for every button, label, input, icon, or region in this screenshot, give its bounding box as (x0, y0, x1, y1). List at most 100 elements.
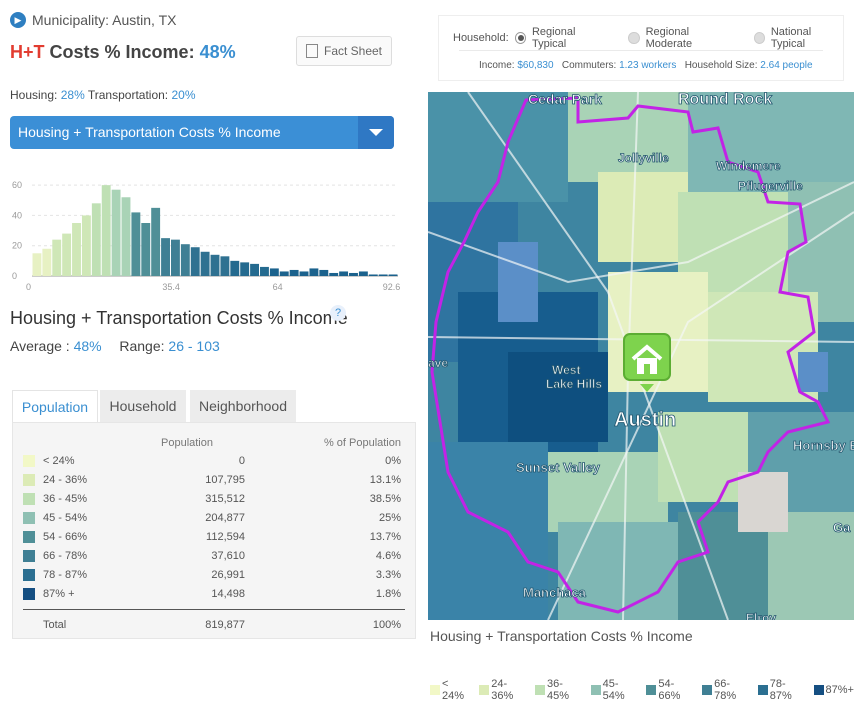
radio-national-typical[interactable] (753, 32, 765, 44)
histogram-bar (210, 254, 220, 276)
tab-neighborhood[interactable]: Neighborhood (190, 390, 296, 422)
map-label-elroy: Elroy (746, 611, 776, 620)
row-population: 14,498 (211, 588, 245, 600)
histogram-bar (52, 239, 62, 276)
housing-value: 28% (60, 88, 85, 102)
col-pct-header: % of Population (323, 437, 401, 449)
histogram-bar (368, 274, 378, 276)
option-regional-typical: Regional Typical (531, 26, 576, 50)
map-label-west: West (552, 363, 580, 377)
total-percent: 100% (372, 619, 401, 631)
map-label-austin: Austin (614, 409, 676, 431)
legend-item: < 24% (430, 678, 473, 702)
histogram-bar (91, 203, 101, 276)
row-label: 36 - 45% (43, 493, 88, 505)
swatch (23, 569, 35, 581)
row-population: 37,610 (211, 550, 245, 562)
tab-population[interactable]: Population (12, 390, 98, 423)
tab-household[interactable]: Household (100, 390, 186, 422)
table-row: < 24% 0 0% (13, 454, 415, 469)
table-row: 36 - 45% 315,512 38.5% (13, 492, 415, 507)
histogram-bar (121, 197, 131, 276)
histogram-bar (141, 223, 151, 276)
household-panel: Household: Regional Typical Regional Mod… (438, 15, 844, 81)
swatch (23, 474, 35, 486)
col-population-header: Population (161, 437, 213, 449)
histogram-bar (349, 272, 358, 276)
map-view[interactable]: Cedar Park Round Rock Jollyville Windeme… (428, 92, 854, 620)
histogram-bar (111, 189, 121, 276)
swatch (23, 550, 35, 562)
histogram-bar (388, 274, 398, 276)
household-label: Household: (453, 32, 509, 44)
y-tick-label: 60 (12, 180, 22, 190)
legend-item: 54-66% (646, 678, 696, 702)
row-population: 0 (238, 455, 245, 467)
metric-dropdown[interactable]: Housing + Transportation Costs % Income (10, 116, 394, 149)
municipality-label: Municipality: Austin, TX (32, 12, 177, 28)
range-value: 26 - 103 (168, 338, 220, 354)
legend-swatch (479, 685, 490, 695)
row-label: 66 - 78% (43, 550, 88, 562)
y-tick-label: 40 (12, 210, 22, 220)
fact-sheet-label: Fact Sheet (323, 44, 383, 58)
legend-label: 36-45% (546, 678, 569, 702)
municipality-toggle[interactable]: ▶ Municipality: Austin, TX (10, 12, 176, 28)
chevron-down-icon (369, 129, 383, 136)
row-label: 78 - 87% (43, 569, 88, 581)
histogram-bar (309, 268, 319, 276)
transport-label: Transportation: (87, 88, 169, 102)
map-label-pflugerville: Pflugerville (738, 179, 803, 193)
histogram-bar (279, 271, 289, 276)
map-label-jollyville: Jollyville (618, 151, 669, 165)
histogram-bar (180, 244, 190, 276)
histogram-bar (42, 248, 52, 276)
help-icon[interactable]: ? (330, 305, 346, 321)
row-percent: 3.3% (375, 569, 401, 581)
cost-split: Housing: 28% Transportation: 20% (10, 88, 196, 102)
x-tick-label: 35.4 (162, 282, 180, 292)
legend-label: 45-54% (602, 678, 625, 702)
ht-value: 48% (199, 42, 236, 62)
histogram-bar (250, 263, 260, 276)
map-label-round-rock: Round Rock (678, 92, 772, 108)
table-row: 78 - 87% 26,991 3.3% (13, 568, 415, 583)
row-population: 26,991 (211, 569, 245, 581)
range-label: Range: (119, 338, 165, 354)
map-label-ga: Ga (833, 520, 851, 535)
ht-prefix: H+T (10, 42, 45, 62)
table-row: 24 - 36% 107,795 13.1% (13, 473, 415, 488)
legend-item: 24-36% (479, 678, 529, 702)
histogram-bar (220, 256, 230, 276)
table-row: 87% + 14,498 1.8% (13, 587, 415, 602)
legend-label: 66-78% (714, 678, 737, 702)
metric-dropdown-button[interactable] (358, 116, 394, 149)
option-national-typical: National Typical (770, 26, 812, 50)
legend-item: 36-45% (535, 678, 585, 702)
histogram-bar (200, 251, 210, 276)
histogram-bar (299, 271, 309, 276)
row-percent: 25% (378, 512, 401, 524)
radio-regional-typical[interactable] (514, 32, 526, 44)
radio-regional-moderate[interactable] (628, 32, 640, 44)
row-population: 112,594 (206, 531, 245, 543)
histogram-bar (289, 269, 299, 276)
histogram-chart: 0 20 40 60 0 35.4 64 92.6 (12, 180, 400, 292)
swatch (23, 493, 35, 505)
ht-label: Costs % Income: (49, 42, 195, 62)
swatch (23, 588, 35, 600)
population-table: Population % of Population < 24% 0 0% 24 - … (12, 422, 416, 639)
y-tick-label: 0 (12, 271, 17, 281)
document-icon (305, 44, 318, 58)
income-value: $60,830 (517, 60, 554, 71)
option-regional-moderate: Regional Moderate (645, 26, 693, 50)
divider (459, 50, 823, 51)
fact-sheet-button[interactable]: Fact Sheet (296, 36, 392, 66)
average-label: Average : (10, 338, 70, 354)
histogram-bar (260, 266, 269, 276)
histogram-bar (319, 269, 329, 276)
histogram-bar (230, 260, 240, 276)
row-population: 204,877 (205, 512, 245, 524)
row-percent: 38.5% (369, 493, 401, 505)
legend-label: 87%+ (825, 684, 854, 696)
